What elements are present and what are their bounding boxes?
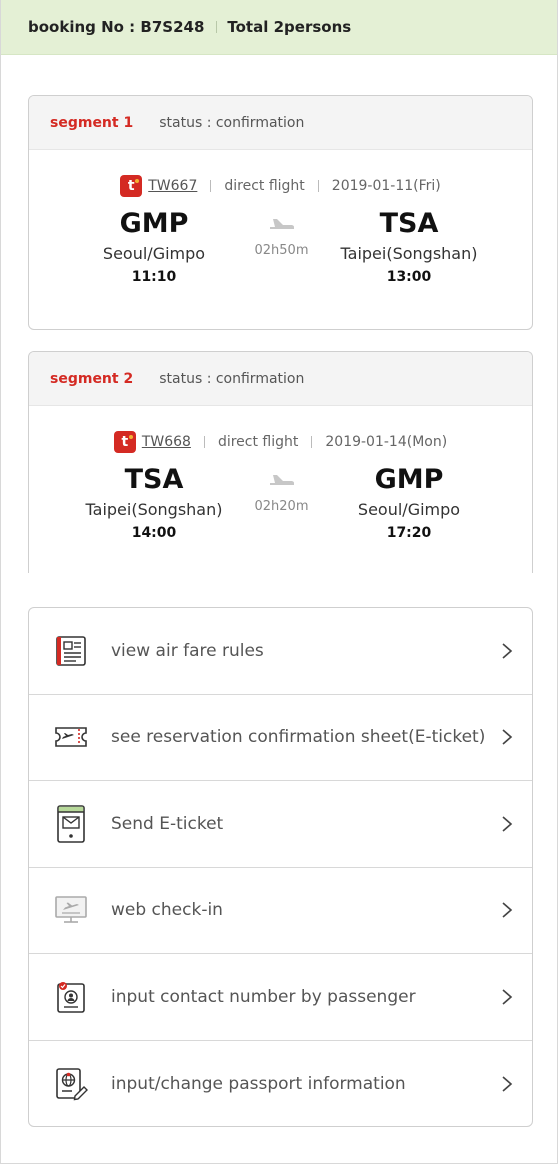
menu-item-label: Send E-ticket <box>111 813 224 834</box>
flight-duration: 02h20m <box>254 499 309 514</box>
arrival: TSA Taipei(Songshan) 13:00 <box>324 207 494 285</box>
menu-item-passport-information[interactable]: input/change passport information <box>29 1041 532 1127</box>
flight-duration-block: 02h20m <box>242 463 322 514</box>
airplane-icon <box>242 211 322 235</box>
departure: TSA Taipei(Songshan) 14:00 <box>69 463 239 541</box>
booking-summary-bar: booking No : B7S248 Total 2persons <box>1 0 557 55</box>
arrival-code: TSA <box>379 208 439 239</box>
route: TSA Taipei(Songshan) 14:00 02h20m GMP Se… <box>29 463 532 541</box>
departure-code: TSA <box>124 464 184 495</box>
arrival: GMP Seoul/Gimpo 17:20 <box>324 463 494 541</box>
segment-title: segment 2 <box>50 370 134 387</box>
divider <box>203 436 205 448</box>
ticket-icon <box>51 717 91 757</box>
chevron-right-icon <box>502 1076 513 1092</box>
segment-status: status : confirmation <box>159 370 305 387</box>
menu-item-e-ticket-sheet[interactable]: see reservation confirmation sheet(E-tic… <box>29 695 532 781</box>
arrival-time: 13:00 <box>386 269 432 285</box>
flight-date: 2019-01-14(Mon) <box>325 434 448 450</box>
flight-date: 2019-01-11(Fri) <box>331 178 441 194</box>
flight-duration: 02h50m <box>254 243 309 258</box>
flight-duration-block: 02h50m <box>242 207 322 258</box>
departure-time: 14:00 <box>131 525 177 541</box>
chevron-right-icon <box>502 643 513 659</box>
arrival-city: Seoul/Gimpo <box>357 500 461 519</box>
departure-time: 11:10 <box>131 269 177 285</box>
passport-edit-icon <box>51 1064 91 1104</box>
airline-logo-icon: t <box>113 431 136 453</box>
segment-status: status : confirmation <box>159 114 305 131</box>
booking-number: booking No : B7S248 <box>28 18 205 36</box>
arrival-city: Taipei(Songshan) <box>340 244 478 263</box>
segment-title: segment 1 <box>50 114 134 131</box>
segment-header: segment 2 status : confirmation <box>29 352 532 406</box>
segment-card-2: segment 2 status : confirmation t TW668 … <box>28 351 533 573</box>
flight-number-link[interactable]: TW667 <box>148 178 197 194</box>
menu-item-label: web check-in <box>111 900 223 921</box>
route: GMP Seoul/Gimpo 11:10 02h50m TSA Taipei(… <box>29 207 532 285</box>
menu-item-label: view air fare rules <box>111 640 264 661</box>
menu-item-air-fare-rules[interactable]: view air fare rules <box>29 608 532 695</box>
segment-header: segment 1 status : confirmation <box>29 96 532 150</box>
arrival-time: 17:20 <box>386 525 432 541</box>
airline-logo-icon: t <box>120 175 143 197</box>
menu-item-label: input/change passport information <box>111 1073 406 1094</box>
menu-item-label: see reservation confirmation sheet(E-tic… <box>111 727 486 748</box>
chevron-right-icon <box>502 989 513 1005</box>
departure-code: GMP <box>119 208 189 239</box>
chevron-right-icon <box>502 816 513 832</box>
flight-type: direct flight <box>217 434 299 450</box>
divider <box>317 180 319 192</box>
menu-item-label: input contact number by passenger <box>111 986 416 1007</box>
flight-info-line: t TW668 direct flight 2019-01-14(Mon) <box>29 431 532 453</box>
departure-city: Taipei(Songshan) <box>85 500 223 519</box>
menu-item-send-e-ticket[interactable]: Send E-ticket <box>29 781 532 868</box>
booking-actions-menu: view air fare rules see reservation conf… <box>28 607 533 1127</box>
email-device-icon <box>51 804 91 844</box>
contact-badge-icon <box>51 977 91 1017</box>
chevron-right-icon <box>502 729 513 745</box>
monitor-plane-icon <box>51 890 91 930</box>
departure-city: Seoul/Gimpo <box>102 244 206 263</box>
flight-number-link[interactable]: TW668 <box>142 434 191 450</box>
total-persons: Total 2persons <box>227 18 352 36</box>
flight-info-line: t TW667 direct flight 2019-01-11(Fri) <box>29 175 532 197</box>
segment-card-1: segment 1 status : confirmation t TW667 … <box>28 95 533 330</box>
chevron-right-icon <box>502 902 513 918</box>
document-icon <box>51 631 91 671</box>
arrival-code: GMP <box>374 464 444 495</box>
flight-type: direct flight <box>224 178 305 194</box>
menu-item-web-check-in[interactable]: web check-in <box>29 868 532 954</box>
divider <box>210 180 212 192</box>
menu-item-contact-number[interactable]: input contact number by passenger <box>29 954 532 1041</box>
divider <box>311 436 313 448</box>
airplane-icon <box>242 467 322 491</box>
header-divider <box>216 21 218 33</box>
departure: GMP Seoul/Gimpo 11:10 <box>69 207 239 285</box>
